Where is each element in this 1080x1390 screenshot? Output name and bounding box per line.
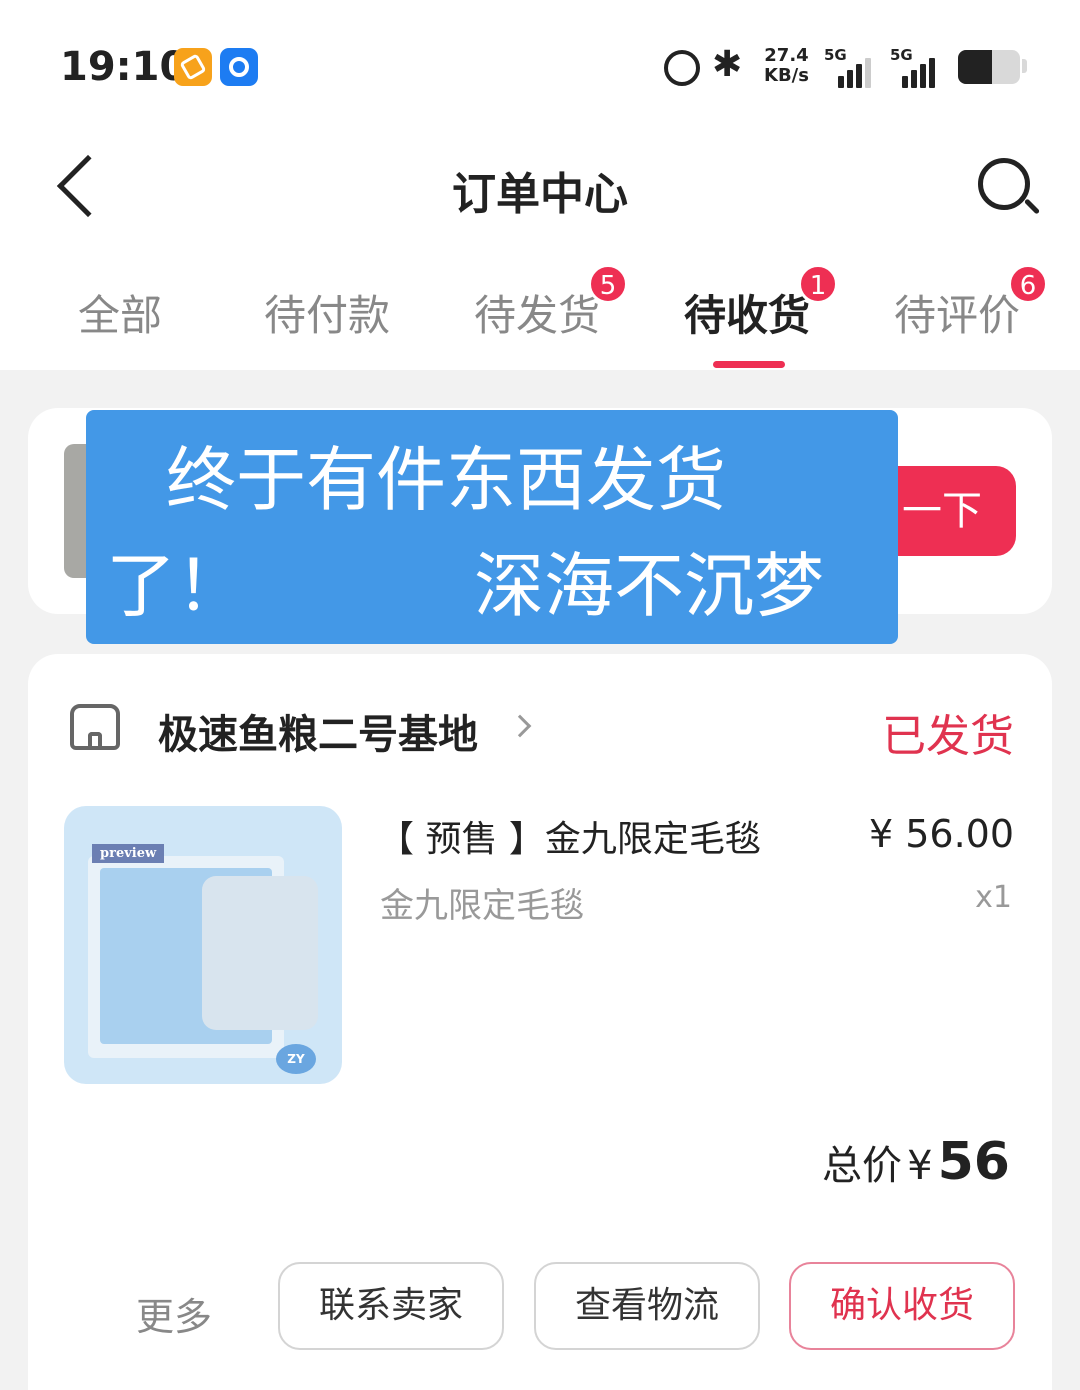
tab-badge: 1 bbox=[798, 264, 838, 304]
shop-icon bbox=[70, 704, 120, 750]
order-card: 极速鱼粮二号基地 已发货 preview ZY 【 预售 】金九限定毛毯 金九限… bbox=[28, 654, 1052, 1390]
product-image-badge: ZY bbox=[276, 1044, 316, 1074]
net-speed-value: 27.4 bbox=[764, 45, 809, 66]
tab-pending-shipment[interactable]: 待发货 bbox=[474, 282, 600, 343]
shop-name[interactable]: 极速鱼粮二号基地 bbox=[158, 702, 478, 760]
product-title[interactable]: 【 预售 】金九限定毛毯 bbox=[378, 810, 761, 862]
confirm-receipt-button[interactable]: 确认收货 bbox=[789, 1262, 1015, 1350]
view-logistics-button[interactable]: 查看物流 bbox=[534, 1262, 760, 1350]
tab-badge: 5 bbox=[588, 264, 628, 304]
chevron-right-icon[interactable] bbox=[508, 714, 532, 738]
product-spec: 金九限定毛毯 bbox=[380, 886, 584, 926]
more-button[interactable]: 更多 bbox=[136, 1286, 212, 1341]
net-speed-unit: KB/s bbox=[764, 65, 809, 86]
product-quantity: x1 bbox=[975, 880, 1012, 915]
total-currency: ¥ bbox=[907, 1143, 933, 1189]
overlay-caption: 终于有件东西发货 了！ 深海不沉梦 bbox=[86, 410, 898, 644]
status-indicators: ✱ 27.4 KB/s 5G 5G bbox=[660, 44, 1027, 94]
battery-tip bbox=[1022, 59, 1027, 73]
bluetooth-icon: ✱ bbox=[712, 44, 743, 85]
product-image[interactable]: preview ZY bbox=[64, 806, 342, 1084]
net-speed: 27.4 KB/s bbox=[764, 46, 809, 86]
contact-seller-button[interactable]: 联系卖家 bbox=[278, 1262, 504, 1350]
signal-label-1: 5G bbox=[824, 46, 847, 64]
tab-pending-payment[interactable]: 待付款 bbox=[264, 282, 390, 343]
caption-line-2a: 了！ bbox=[106, 545, 246, 627]
order-total: 总价 ¥ 56 bbox=[822, 1132, 1010, 1192]
caption-line-1: 终于有件东西发货 bbox=[166, 439, 726, 521]
orange-app-icon bbox=[174, 48, 212, 86]
total-value: 56 bbox=[937, 1132, 1010, 1192]
header-area: 19:10 ✱ 27.4 KB/s 5G 5G 订单中心 全部 待付款 待发货 … bbox=[0, 0, 1080, 370]
order-status: 已发货 bbox=[882, 711, 1014, 762]
battery-icon bbox=[958, 50, 1020, 84]
page-title: 订单中心 bbox=[452, 169, 628, 220]
tab-pending-review[interactable]: 待评价 bbox=[894, 282, 1020, 343]
tab-all[interactable]: 全部 bbox=[78, 282, 162, 343]
blue-app-icon bbox=[220, 48, 258, 86]
caption-line-2b: 深海不沉梦 bbox=[474, 545, 824, 627]
product-price: ¥ 56.00 bbox=[868, 812, 1014, 856]
signal-label-2: 5G bbox=[890, 46, 913, 64]
tab-badge: 6 bbox=[1008, 264, 1048, 304]
search-icon[interactable] bbox=[972, 152, 1048, 228]
tab-pending-receipt[interactable]: 待收货 bbox=[684, 282, 810, 343]
alarm-icon bbox=[664, 50, 700, 86]
active-tab-indicator bbox=[713, 361, 785, 368]
product-image-label: preview bbox=[92, 844, 165, 863]
total-label: 总价 bbox=[821, 1143, 902, 1189]
status-time: 19:10 bbox=[60, 44, 188, 90]
